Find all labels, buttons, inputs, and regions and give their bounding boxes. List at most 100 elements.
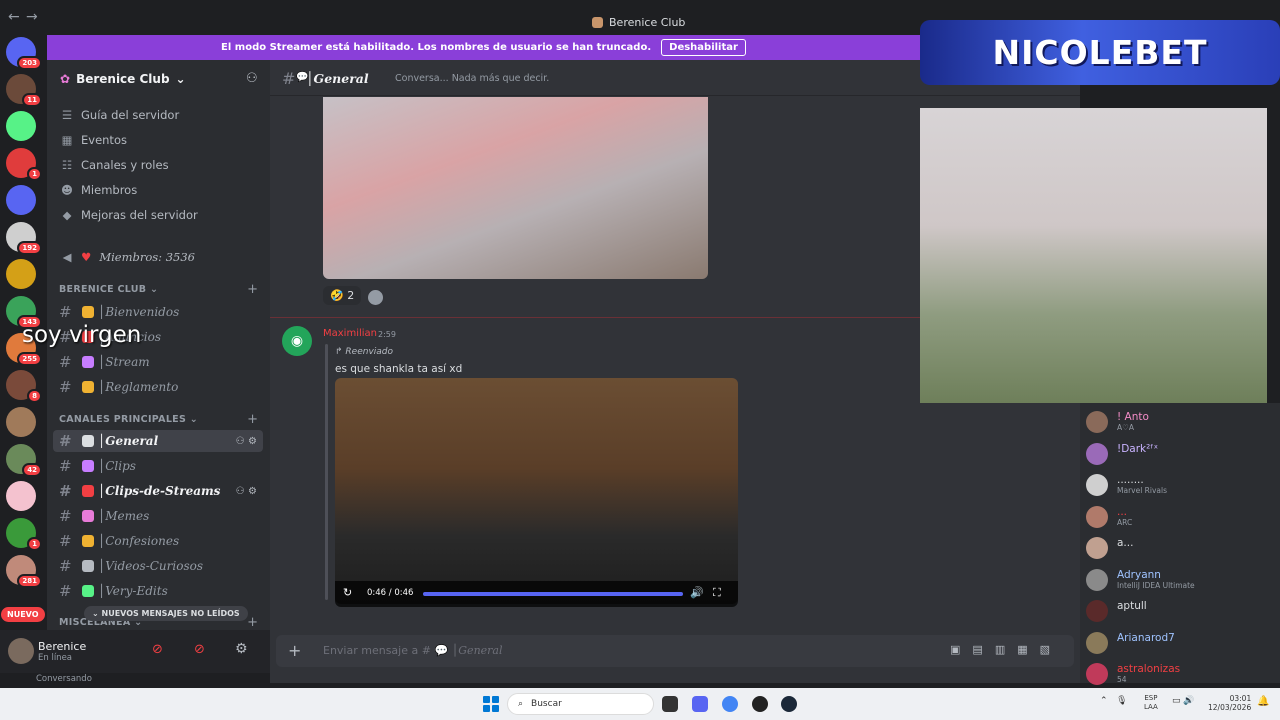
forward-arrow-icon[interactable]: → [26, 9, 38, 25]
member-name: ... [1117, 505, 1128, 518]
user-name: Berenice [38, 640, 87, 653]
gear-icon[interactable]: ⚙ [235, 641, 248, 657]
clock-date: 12/03/2026 [1208, 703, 1252, 712]
category-berenice[interactable]: BERENICE CLUB ⌄ [59, 284, 158, 295]
menu-icon: ◆ [62, 208, 72, 222]
channel-item[interactable]: # │ Reglamento [53, 376, 263, 398]
member-item[interactable]: Adryann IntelliJ IDEA Ultimate [1086, 568, 1195, 591]
member-item[interactable]: Arianarod7 [1086, 631, 1175, 654]
server-icon[interactable]: 203 [6, 37, 42, 70]
video-progress-bar[interactable] [423, 592, 683, 596]
channel-sidebar: ✿ Berenice Club ⌄ ⚇ ☰ Guía del servidor ▦ Eve… [47, 60, 270, 638]
channel-item[interactable]: # │ Very-Edits [53, 580, 263, 602]
composer-tools[interactable]: ▣▤▥▦▧ [950, 643, 1062, 656]
message-composer[interactable]: + Enviar mensaje a # 💬 │General ▣▤▥▦▧ [276, 635, 1074, 667]
user-status: En línea [38, 653, 73, 663]
disable-streamer-button[interactable]: Deshabilitar [661, 39, 746, 56]
lang-bottom: LAA [1144, 703, 1158, 711]
server-icon[interactable] [6, 111, 36, 141]
unread-messages-pill[interactable]: ⌄ NUEVOS MENSAJES NO LEÍDOS [84, 606, 248, 621]
avatar[interactable] [8, 638, 34, 664]
server-icon[interactable]: 11 [6, 74, 42, 107]
fullscreen-icon[interactable]: ⛶ [713, 586, 721, 600]
server-icon [592, 17, 603, 28]
discord-avatar-icon[interactable]: ◉ [282, 326, 312, 356]
steam-icon[interactable] [781, 696, 797, 712]
server-badge: 11 [22, 93, 42, 107]
channel-name: Reglamento [105, 380, 179, 394]
file-explorer-icon[interactable] [662, 696, 678, 712]
server-icon[interactable] [6, 259, 36, 289]
network-volume-icons[interactable]: ▭ 🔊 [1172, 696, 1195, 706]
language-indicator[interactable]: ESP LAA [1144, 694, 1158, 712]
headphones-muted-icon[interactable]: ⊘ [194, 642, 205, 657]
server-icon[interactable]: 1 [6, 518, 42, 551]
discord-icon[interactable] [692, 696, 708, 712]
member-item[interactable]: astralonizas 54 [1086, 663, 1180, 685]
channel-item[interactable]: # │ Videos-Curiosos [53, 555, 263, 577]
add-channel-icon[interactable]: + [247, 412, 258, 427]
channel-item[interactable]: # │ Confesiones [53, 530, 263, 552]
channel-settings-icon[interactable]: ⚇ ⚙ [236, 436, 257, 447]
clock[interactable]: 03:01 12/03/2026 [1208, 694, 1251, 712]
new-badge[interactable]: NUEVO [1, 607, 45, 622]
server-icon[interactable]: 8 [6, 370, 42, 403]
hash-icon: # [59, 457, 72, 475]
channel-settings-icon[interactable]: ⚇ ⚙ [236, 486, 257, 497]
composer-placeholder-text: Enviar mensaje a # [323, 644, 431, 657]
member-name: a... [1117, 537, 1134, 549]
volume-icon[interactable]: 🔊 [690, 586, 704, 599]
video-embed-preview[interactable] [323, 97, 708, 279]
server-icon[interactable] [6, 185, 36, 215]
server-header[interactable]: ✿ Berenice Club ⌄ [60, 72, 186, 86]
video-player[interactable] [335, 378, 738, 604]
channel-item[interactable]: # │ Memes [53, 505, 263, 527]
server-icon[interactable]: 1 [6, 148, 42, 181]
server-icon[interactable]: 192 [6, 222, 42, 255]
tray-icons[interactable]: ⌃ 🎙 [1100, 696, 1128, 706]
add-reaction-icon[interactable] [368, 290, 383, 305]
channel-item[interactable]: # │ Clips-de-Streams ⚇ ⚙ [53, 480, 263, 502]
member-item[interactable]: ... ARC [1086, 505, 1132, 528]
app-icon[interactable] [752, 696, 768, 712]
forward-bar [325, 344, 328, 600]
replay-icon[interactable]: ↻ [343, 586, 352, 599]
add-member-icon[interactable]: ⚇ [246, 71, 258, 86]
chrome-icon[interactable] [722, 696, 738, 712]
channel-item[interactable]: # │ Stream [53, 351, 263, 373]
menu-item-label: Miembros [81, 183, 138, 197]
member-item[interactable]: ! Anto A♡A [1086, 411, 1149, 433]
category-principales[interactable]: CANALES PRINCIPALES ⌄ [59, 414, 198, 425]
server-icon[interactable]: 281 [6, 555, 42, 588]
channel-emoji-icon [82, 460, 94, 472]
member-item[interactable]: a... [1086, 537, 1133, 559]
channel-emoji-icon [82, 585, 94, 597]
channel-item[interactable]: # │ Clips [53, 455, 263, 477]
server-icon[interactable] [6, 481, 36, 511]
hash-icon: # [59, 507, 72, 525]
member-item[interactable]: !Dark²ᶠˣ [1086, 442, 1158, 465]
server-icon[interactable]: 42 [6, 444, 42, 477]
menu-item[interactable]: ☷ Canales y roles [61, 158, 169, 172]
menu-item[interactable]: ▦ Eventos [61, 133, 127, 147]
channel-emoji-icon [82, 306, 94, 318]
message-author[interactable]: Maximilian [323, 328, 377, 339]
menu-item[interactable]: ☻ Miembros [61, 183, 137, 197]
channel-item[interactable]: # │ General ⚇ ⚙ [53, 430, 263, 452]
add-channel-icon[interactable]: + [247, 282, 258, 297]
member-count-channel[interactable]: ◀ ♥ Miembros: 3536 [61, 250, 195, 264]
add-attachment-icon[interactable]: + [288, 641, 301, 660]
menu-item[interactable]: ☰ Guía del servidor [61, 108, 179, 122]
mic-muted-icon[interactable]: ⊘ [152, 642, 163, 657]
notification-icon[interactable]: 🔔 [1257, 696, 1269, 707]
server-icon[interactable] [6, 407, 36, 437]
channel-item[interactable]: # │ Bienvenidos [53, 301, 263, 323]
back-arrow-icon[interactable]: ← [8, 9, 20, 25]
add-channel-icon[interactable]: + [247, 615, 258, 630]
member-item[interactable]: ........ Marvel Rivals [1086, 474, 1167, 496]
reaction-pill[interactable]: 🤣 2 [323, 286, 362, 305]
member-item[interactable]: aptull [1086, 600, 1147, 622]
menu-item[interactable]: ◆ Mejoras del servidor [61, 208, 198, 222]
windows-start-icon[interactable] [483, 696, 499, 712]
taskbar-search[interactable]: ⌕ Buscar [507, 693, 654, 715]
